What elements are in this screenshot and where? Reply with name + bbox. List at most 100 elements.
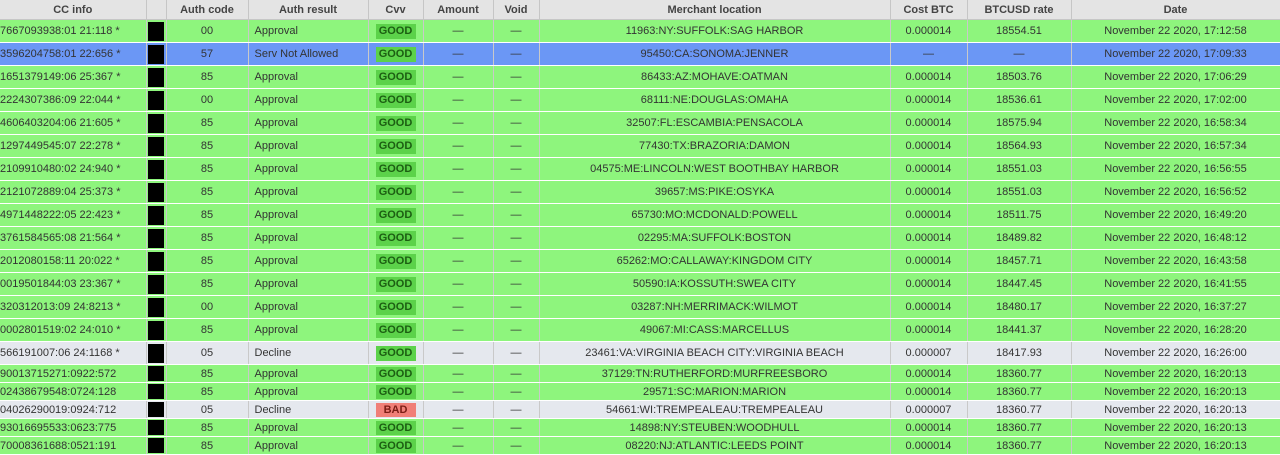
cost-btc-cell: 0.000014 (890, 418, 968, 437)
mask-cell (146, 295, 167, 319)
btcusd-rate-cell: 18360.77 (967, 436, 1072, 455)
cc-info-cell: 93016695533:0623:775 (0, 418, 147, 437)
amount-cell: — (423, 65, 494, 89)
cvv-cell: BAD (368, 400, 424, 419)
masked-block (148, 297, 164, 317)
cvv-cell: GOOD (368, 65, 424, 89)
cost-btc-cell: 0.000014 (890, 295, 968, 319)
void-cell: — (493, 88, 540, 112)
cc-info-cell: 2224307386:09 22:044 * (0, 88, 147, 112)
cost-btc-cell: 0.000014 (890, 249, 968, 273)
cvv-cell: GOOD (368, 42, 424, 66)
cvv-badge: GOOD (375, 23, 416, 39)
cost-btc-cell: 0.000014 (890, 88, 968, 112)
merchant-location-cell: 08220:NJ:ATLANTIC:LEEDS POINT (539, 436, 891, 455)
table-row[interactable]: 3761584565:08 21:564 * 85 Approval GOOD — —02… (0, 226, 1280, 250)
auth-code-cell: 00 (166, 295, 249, 319)
masked-block (148, 182, 164, 202)
mask-cell (146, 341, 167, 365)
col-cvv[interactable]: Cvv (368, 0, 424, 20)
cvv-badge: GOOD (375, 322, 416, 338)
table-row[interactable]: 02438679548:0724:128 85 Approval GOOD — —2957… (0, 382, 1280, 401)
table-row[interactable]: 2012080158:11 20:022 * 85 Approval GOOD — —65… (0, 249, 1280, 273)
auth-code-cell: 85 (166, 180, 249, 204)
merchant-location-cell: 03287:NH:MERRIMACK:WILMOT (539, 295, 891, 319)
auth-result-cell: Approval (248, 88, 369, 112)
auth-code-cell: 85 (166, 203, 249, 227)
date-cell: November 22 2020, 16:28:20 (1071, 318, 1280, 342)
table-row[interactable]: 1297449545:07 22:278 * 85 Approval GOOD — —77… (0, 134, 1280, 158)
cvv-cell: GOOD (368, 88, 424, 112)
mask-cell (146, 436, 167, 455)
void-cell: — (493, 341, 540, 365)
header-row: CC info Auth code Auth result Cvv Amount… (0, 0, 1280, 20)
cvv-badge: GOOD (375, 161, 416, 177)
mask-cell (146, 42, 167, 66)
cvv-cell: GOOD (368, 418, 424, 437)
masked-block (148, 44, 164, 64)
table-row[interactable]: 4606403204:06 21:605 * 85 Approval GOOD — —32… (0, 111, 1280, 135)
void-cell: — (493, 400, 540, 419)
table-row[interactable]: 90013715271:0922:572 85 Approval GOOD — —3712… (0, 364, 1280, 383)
date-cell: November 22 2020, 17:02:00 (1071, 88, 1280, 112)
col-auth-result[interactable]: Auth result (248, 0, 369, 20)
cost-btc-cell: 0.000014 (890, 226, 968, 250)
cost-btc-cell: 0.000014 (890, 364, 968, 383)
cvv-cell: GOOD (368, 134, 424, 158)
table-row[interactable]: 70008361688:0521:191 85 Approval GOOD — —0822… (0, 436, 1280, 455)
amount-cell: — (423, 19, 494, 43)
date-cell: November 22 2020, 16:20:13 (1071, 400, 1280, 419)
auth-code-cell: 00 (166, 19, 249, 43)
masked-block (148, 251, 164, 271)
masked-block (148, 384, 164, 399)
amount-cell: — (423, 42, 494, 66)
table-row[interactable]: 2109910480:02 24:940 * 85 Approval GOOD — —04… (0, 157, 1280, 181)
table-row[interactable]: 93016695533:0623:775 85 Approval GOOD — —1489… (0, 418, 1280, 437)
table-row[interactable]: 2121072889:04 25:373 * 85 Approval GOOD — —39… (0, 180, 1280, 204)
table-row[interactable]: 4971448222:05 22:423 * 85 Approval GOOD — —65… (0, 203, 1280, 227)
cc-info-cell: 1651379149:06 25:367 * (0, 65, 147, 89)
cvv-cell: GOOD (368, 249, 424, 273)
col-void[interactable]: Void (493, 0, 540, 20)
table-row[interactable]: 3596204758:01 22:656 * 57 Serv Not Allowed… (0, 42, 1280, 66)
table-row[interactable]: 1651379149:06 25:367 * 85 Approval GOOD — —86… (0, 65, 1280, 89)
cvv-cell: GOOD (368, 436, 424, 455)
masked-block (148, 136, 164, 156)
col-amount[interactable]: Amount (423, 0, 494, 20)
amount-cell: — (423, 134, 494, 158)
table-row[interactable]: 2224307386:09 22:044 * 00 Approval GOOD — —68… (0, 88, 1280, 112)
col-merchant-location[interactable]: Merchant location (539, 0, 891, 20)
cvv-badge: GOOD (375, 345, 416, 361)
table-row[interactable]: 320312013:09 24:8213 * 00 Approval GOOD — —03… (0, 295, 1280, 319)
btcusd-rate-cell: 18551.03 (967, 157, 1072, 181)
amount-cell: — (423, 226, 494, 250)
col-btcusd-rate[interactable]: BTCUSD rate (967, 0, 1072, 20)
col-date[interactable]: Date (1071, 0, 1280, 20)
col-cc-info[interactable]: CC info (0, 0, 147, 20)
cost-btc-cell: 0.000014 (890, 436, 968, 455)
mask-cell (146, 418, 167, 437)
auth-result-cell: Approval (248, 318, 369, 342)
cvv-cell: GOOD (368, 295, 424, 319)
auth-result-cell: Decline (248, 341, 369, 365)
cvv-cell: GOOD (368, 382, 424, 401)
col-mask (146, 0, 167, 20)
col-cost-btc[interactable]: Cost BTC (890, 0, 968, 20)
void-cell: — (493, 65, 540, 89)
cost-btc-cell: 0.000014 (890, 65, 968, 89)
merchant-location-cell: 68111:NE:DOUGLAS:OMAHA (539, 88, 891, 112)
table-row[interactable]: 04026290019:0924:712 05 Decline BAD — —54661:… (0, 400, 1280, 419)
mask-cell (146, 19, 167, 43)
auth-code-cell: 85 (166, 134, 249, 158)
masked-block (148, 21, 164, 41)
table-row[interactable]: 0002801519:02 24:010 * 85 Approval GOOD — —49… (0, 318, 1280, 342)
table-row[interactable]: 7667093938:01 21:118 * 00 Approval GOOD — —11… (0, 19, 1280, 43)
masked-block (148, 205, 164, 225)
table-row[interactable]: 566191007:06 24:1168 * 05 Decline GOOD — —234… (0, 341, 1280, 365)
cc-info-cell: 4971448222:05 22:423 * (0, 203, 147, 227)
merchant-location-cell: 02295:MA:SUFFOLK:BOSTON (539, 226, 891, 250)
amount-cell: — (423, 111, 494, 135)
col-auth-code[interactable]: Auth code (166, 0, 249, 20)
table-row[interactable]: 0019501844:03 23:367 * 85 Approval GOOD — —50… (0, 272, 1280, 296)
merchant-location-cell: 14898:NY:STEUBEN:WOODHULL (539, 418, 891, 437)
